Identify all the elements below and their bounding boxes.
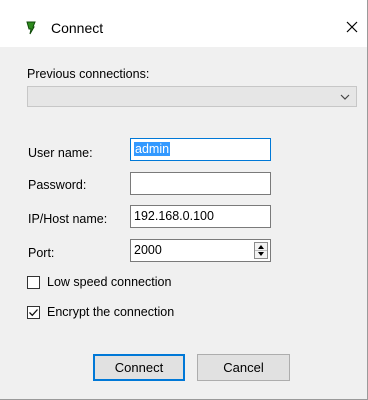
low-speed-checkbox[interactable] [27,276,40,289]
green-plug-icon [26,21,36,35]
encrypt-label: Encrypt the connection [47,305,175,319]
connect-button[interactable]: Connect [93,354,185,381]
encrypt-checkbox[interactable] [27,306,40,319]
title-bar: Connect [0,0,367,47]
connect-dialog: Connect Previous connections: User name:… [0,0,368,400]
host-input[interactable]: 192.168.0.100 [130,205,271,228]
low-speed-label: Low speed connection [47,275,172,289]
port-spinner[interactable] [254,242,268,259]
close-icon [346,21,358,33]
port-label: Port: [28,246,55,260]
port-value: 2000 [134,243,162,257]
password-input[interactable] [130,172,271,195]
password-label: Password: [28,178,87,192]
username-input[interactable]: admin [130,138,271,161]
username-value: admin [134,142,171,156]
window-title: Connect [51,20,104,36]
host-value: 192.168.0.100 [134,209,214,223]
port-input[interactable]: 2000 [130,239,271,262]
previous-connections-label: Previous connections: [27,67,150,81]
cancel-button[interactable]: Cancel [197,354,290,381]
spinner-up-icon[interactable] [258,245,264,249]
close-button[interactable] [337,12,367,42]
spinner-down-icon[interactable] [258,252,264,256]
checkmark-icon [29,309,38,317]
host-label: IP/Host name: [28,212,108,226]
previous-connections-dropdown[interactable] [27,86,357,107]
chevron-down-icon [340,94,350,100]
username-label: User name: [28,146,93,160]
